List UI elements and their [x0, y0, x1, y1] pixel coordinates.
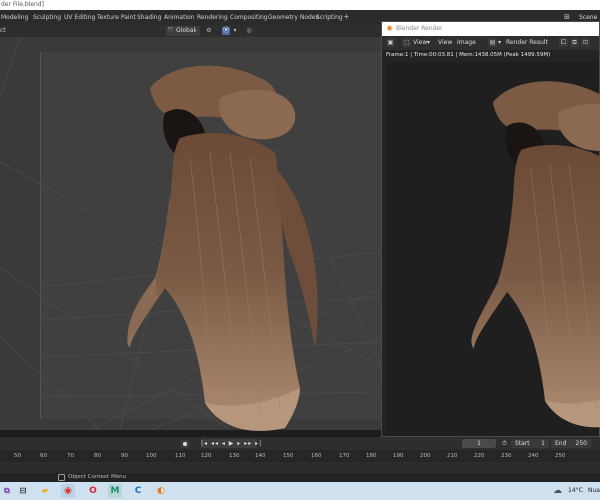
weather-cloud-icon[interactable]: ☁ [553, 485, 562, 497]
render-status: Frame:1 | Time:00:03.81 | Mem:1438.05M (… [386, 52, 551, 58]
fake-user-icon[interactable]: ⧠ [559, 38, 568, 47]
tab-shading[interactable]: Shading [137, 13, 161, 23]
proportional-icon[interactable]: ◎ [245, 27, 253, 35]
image-browse-icon[interactable]: ▤ [488, 38, 497, 47]
render-result-field[interactable]: Render Result [506, 38, 548, 48]
frame-tick: 190 [393, 453, 404, 459]
end-value: 250 [575, 440, 587, 447]
frame-tick: 180 [366, 453, 377, 459]
window-title: der File.blend] [0, 0, 600, 10]
frame-ruler[interactable]: 50 60 70 80 90 100 110 120 130 140 150 1… [0, 450, 600, 462]
blender-logo-icon: ◉ [386, 24, 393, 32]
tab-geometry-nodes[interactable]: Geometry Nodes [268, 13, 319, 23]
frame-tick: 90 [121, 453, 128, 459]
frame-tick: 60 [40, 453, 47, 459]
temperature[interactable]: 14°C [568, 485, 583, 497]
current-frame-field[interactable]: 1 [462, 439, 496, 448]
transform-orientation-dropdown[interactable]: ⤧ Global ▾ [166, 26, 200, 36]
frame-tick: 210 [447, 453, 458, 459]
cortana-icon[interactable]: C [131, 484, 145, 498]
frame-tick: 250 [555, 453, 566, 459]
view-mode-icon[interactable]: ⬚ [402, 38, 411, 47]
tab-rendering[interactable]: Rendering [197, 13, 228, 23]
frame-tick: 160 [311, 453, 322, 459]
pivot-icon[interactable]: ⚙ [205, 27, 213, 35]
taskbar: ⧉ ⊟ ▰ ◉ O M C ◐ ☁ 14°C Nuag [0, 482, 600, 500]
keyframe-track[interactable] [0, 462, 600, 473]
render-window-titlebar[interactable]: ◉ Blender Render [382, 22, 599, 36]
status-hint: Object Context Menu [68, 474, 127, 480]
image-menu[interactable]: Image [457, 38, 476, 48]
chevron-down-icon: ▾ [427, 39, 431, 46]
opera-icon[interactable]: O [86, 484, 100, 498]
start-frame-field[interactable]: Start 1 [511, 439, 549, 448]
start-label: Start [515, 440, 530, 447]
new-image-icon[interactable]: ⧉ [570, 38, 579, 47]
tab-compositing[interactable]: Compositing [230, 13, 268, 23]
playback-controls[interactable]: |◂ ◂◂ ◂ ▶ ▸ ▸▸ ▸| [201, 439, 261, 448]
transform-orientation-icon: ⤧ [168, 27, 173, 34]
frame-tick: 120 [201, 453, 212, 459]
weather-label[interactable]: Nuag [588, 485, 600, 497]
frame-tick: 140 [255, 453, 266, 459]
frame-tick: 150 [283, 453, 294, 459]
frame-tick: 230 [501, 453, 512, 459]
tab-animation[interactable]: Animation [164, 13, 195, 23]
chrome-icon[interactable]: ◉ [61, 484, 75, 498]
tab-uv-editing[interactable]: UV Editing [64, 13, 95, 23]
task-view-icon[interactable]: ⧉ [0, 484, 14, 498]
chevron-down-icon: ▾ [194, 28, 197, 34]
record-icon [183, 442, 187, 446]
start-value: 1 [541, 440, 545, 447]
orientation-label: Global [176, 27, 196, 34]
viewport-mode-label[interactable]: ct [0, 26, 6, 36]
frame-tick: 110 [175, 453, 186, 459]
editor-type-icon[interactable]: ▣ [386, 38, 395, 47]
auto-keying-button[interactable] [181, 440, 189, 448]
chevron-down-icon: ▾ [498, 39, 502, 46]
frame-tick: 70 [67, 453, 74, 459]
blender-icon[interactable]: ◐ [154, 484, 168, 498]
clock-icon[interactable]: ⏱ [500, 439, 509, 448]
end-frame-field[interactable]: End 250 [551, 439, 591, 448]
mouse-right-icon [58, 474, 65, 481]
frame-tick: 130 [229, 453, 240, 459]
viewport-header: ct ⤧ Global ▾ ⚙ ⦿ ▾ ◎ [0, 25, 382, 37]
tab-sculpting[interactable]: Sculpting [33, 13, 61, 23]
taskbar-search-icon[interactable]: ⊟ [16, 484, 30, 498]
timeline-controls: |◂ ◂◂ ◂ ▶ ▸ ▸▸ ▸| 1 ⏱ Start 1 End 250 [0, 437, 600, 450]
add-workspace-button[interactable]: + [343, 12, 350, 21]
hair-model[interactable] [110, 58, 355, 438]
frame-tick: 100 [146, 453, 157, 459]
frame-tick: 240 [528, 453, 539, 459]
tab-modeling[interactable]: Modeling [1, 13, 28, 23]
view-menu[interactable]: View [438, 38, 452, 48]
frame-tick: 220 [474, 453, 485, 459]
render-window-title: Blender Render [396, 25, 443, 32]
scene-icon[interactable]: ⊞ [564, 13, 570, 21]
tab-scripting[interactable]: Scripting [316, 13, 343, 23]
pin-icon[interactable]: ⊡ [581, 38, 590, 47]
frame-tick: 170 [339, 453, 350, 459]
app-m-icon[interactable]: M [108, 484, 122, 498]
tab-texture-paint[interactable]: Texture Paint [97, 13, 136, 23]
frame-tick: 50 [14, 453, 21, 459]
status-bar: Object Context Menu [0, 473, 600, 482]
end-label: End [555, 440, 567, 447]
image-editor-header: ▣ ⬚ View ▾ View Image ▤ ▾ Render Result … [382, 36, 599, 50]
file-explorer-icon[interactable]: ▰ [38, 484, 52, 498]
frame-tick: 80 [94, 453, 101, 459]
view-dropdown[interactable]: View [413, 38, 427, 48]
timeline[interactable]: |◂ ◂◂ ◂ ▶ ▸ ▸▸ ▸| 1 ⏱ Start 1 End 250 50… [0, 437, 600, 473]
frame-tick: 200 [420, 453, 431, 459]
snap-settings-icon[interactable]: ▾ [231, 27, 239, 35]
rendered-hair-image [471, 81, 600, 428]
snap-icon[interactable]: ⦿ [222, 27, 230, 35]
